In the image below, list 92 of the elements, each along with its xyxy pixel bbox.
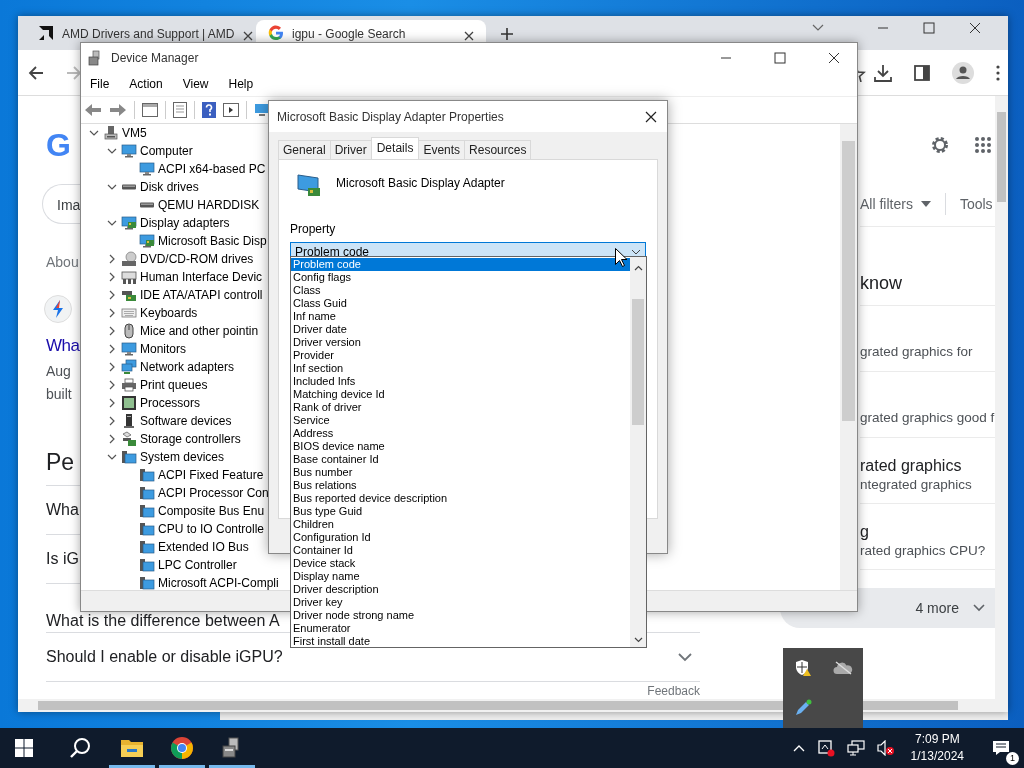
menu-item[interactable]: Help	[228, 77, 254, 91]
device-name: Microsoft Basic Display Adapter	[336, 176, 505, 190]
panel-item-text: rated graphics CPU?	[860, 542, 987, 560]
tree-item[interactable]: Computer	[140, 144, 193, 158]
tree-item[interactable]: QEMU HARDDISK	[158, 198, 260, 212]
tree-item[interactable]: System devices	[140, 450, 225, 464]
panel-item-text: grated graphics for	[860, 343, 974, 361]
results-info: Abou	[46, 253, 79, 272]
dialog-tab[interactable]: General	[278, 140, 331, 159]
logo: G	[46, 128, 71, 162]
dropdown-option[interactable]: Driver date	[291, 323, 630, 336]
tree-item[interactable]: Print queues	[140, 378, 208, 392]
tree-item[interactable]: IDE ATA/ATAPI controll	[140, 288, 263, 302]
question[interactable]: Should I enable or disable iGPU?	[46, 648, 283, 666]
tree-item[interactable]: Composite Bus Enu	[158, 504, 265, 518]
menu-item[interactable]: View	[182, 77, 209, 91]
dropdown-option[interactable]: Inf section	[291, 362, 630, 375]
dropdown-option[interactable]: Included Infs	[291, 375, 630, 388]
tree-item[interactable]: ACPI Processor Con	[158, 486, 269, 500]
dropdown-option[interactable]: Problem code	[291, 258, 630, 271]
section-heading: Pe	[46, 448, 75, 477]
question[interactable]: What is the difference between A	[46, 612, 280, 630]
tree-item[interactable]: ACPI Fixed Feature	[158, 468, 264, 482]
tree-item[interactable]: VM5	[122, 126, 147, 140]
dialog-tab[interactable]: Resources	[464, 140, 532, 159]
tree-item[interactable]: Disk drives	[140, 180, 199, 194]
property-label: Property	[290, 222, 336, 236]
dropdown-option[interactable]: Driver node strong name	[291, 609, 630, 622]
dropdown-option[interactable]: Device stack	[291, 557, 630, 570]
menu-item[interactable]: File	[90, 77, 110, 91]
dropdown-option[interactable]: Driver version	[291, 336, 630, 349]
dropdown-option[interactable]: First install date	[291, 635, 630, 648]
tree-item[interactable]: Storage controllers	[140, 432, 241, 446]
question[interactable]: Wha	[46, 501, 79, 519]
dropdown-option[interactable]: Config flags	[291, 271, 630, 284]
dropdown-option[interactable]: Bus number	[291, 466, 630, 479]
tree-item[interactable]: Network adapters	[140, 360, 235, 374]
tree-item[interactable]: Display adapters	[140, 216, 230, 230]
tree-item[interactable]: Human Interface Devic	[140, 270, 263, 284]
browser-tab[interactable]: AMD Drivers and Support | AMD	[26, 20, 256, 42]
panel-item-text: ntegrated graphics	[860, 476, 973, 494]
dropdown-option[interactable]: Base container Id	[291, 453, 630, 466]
dropdown-option[interactable]: Bus relations	[291, 479, 630, 492]
window-title: Device Manager	[111, 50, 199, 65]
notification-count: 1	[1006, 752, 1019, 765]
tree-item[interactable]: Extended IO Bus	[158, 540, 249, 554]
dropdown-option[interactable]: Container Id	[291, 544, 630, 557]
tree-item[interactable]: Monitors	[140, 342, 186, 356]
filters-button[interactable]: All filters	[860, 196, 913, 212]
tree-item[interactable]: Software devices	[140, 414, 232, 428]
tree-item[interactable]: CPU to IO Controlle	[158, 522, 265, 536]
panel-item-title[interactable]: g	[860, 522, 995, 542]
tree-item[interactable]: Keyboards	[140, 306, 198, 320]
dropdown-option[interactable]: Display name	[291, 570, 630, 583]
dialog-tab[interactable]: Details	[370, 137, 420, 159]
feedback-link[interactable]: Feedback	[647, 684, 700, 698]
dropdown-option[interactable]: Children	[291, 518, 630, 531]
dropdown-option[interactable]: Rank of driver	[291, 401, 630, 414]
dropdown-option[interactable]: Inf name	[291, 310, 630, 323]
dropdown-option[interactable]: BIOS device name	[291, 440, 630, 453]
dropdown-option[interactable]: Address	[291, 427, 630, 440]
panel-item-text: grated graphics good f	[860, 409, 995, 427]
dropdown-option[interactable]: Matching device Id	[291, 388, 630, 401]
menu-item[interactable]: Action	[129, 77, 163, 91]
panel-heading: know	[860, 273, 903, 294]
tree-item[interactable]: Processors	[140, 396, 201, 410]
dialog-title: Microsoft Basic Display Adapter Properties	[277, 109, 504, 124]
tree-item[interactable]: Microsoft Basic Disp	[158, 234, 267, 248]
panel-item-title[interactable]: rated graphics	[860, 456, 995, 476]
question[interactable]: Is iG	[46, 550, 79, 568]
dropdown-option[interactable]: Provider	[291, 349, 630, 362]
tree-item[interactable]: LPC Controller	[158, 558, 237, 572]
dropdown-option[interactable]: Class Guid	[291, 297, 630, 310]
tools-button[interactable]: Tools	[959, 196, 993, 212]
dropdown-option[interactable]: Configuration Id	[291, 531, 630, 544]
dropdown-option[interactable]: Driver key	[291, 596, 630, 609]
clock-time[interactable]: 7:09 PM	[914, 731, 960, 748]
tree-item[interactable]: Microsoft ACPI-Compli	[158, 576, 279, 590]
result-snippet: built	[46, 385, 72, 404]
dropdown-option[interactable]: Class	[291, 284, 630, 297]
dropdown-option[interactable]: Bus type Guid	[291, 505, 630, 518]
tree-item[interactable]: ACPI x64-based PC	[158, 162, 266, 176]
result-title[interactable]: Wha	[46, 333, 80, 359]
tree-item[interactable]: Mice and other pointin	[140, 324, 259, 338]
browser-tab[interactable]: igpu - Google Search	[256, 20, 486, 42]
tree-item[interactable]: DVD/CD-ROM drives	[140, 252, 254, 266]
dropdown-option[interactable]: Bus reported device description	[291, 492, 630, 505]
dropdown-option[interactable]: Enumerator	[291, 622, 630, 635]
result-date: Aug	[46, 362, 71, 381]
clock-date[interactable]: 1/13/2024	[910, 748, 964, 765]
dropdown-option[interactable]: Service	[291, 414, 630, 427]
dropdown-option[interactable]: Driver description	[291, 583, 630, 596]
